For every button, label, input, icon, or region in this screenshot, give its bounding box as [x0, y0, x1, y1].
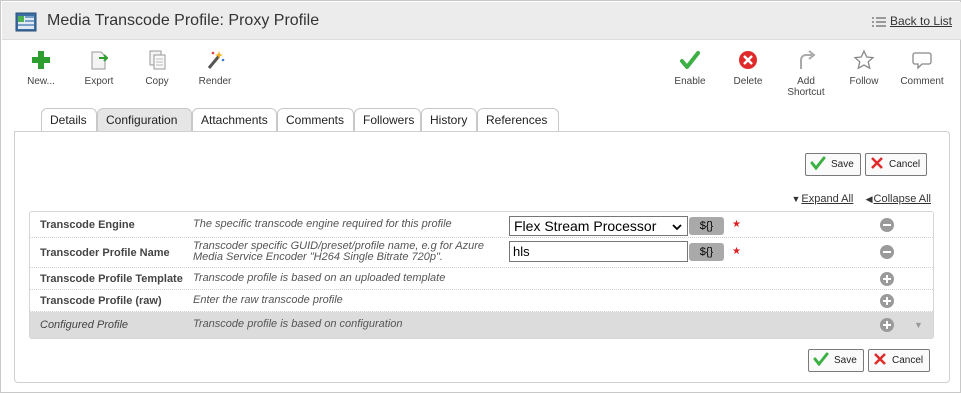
chevron-down-icon	[671, 220, 683, 236]
field-name: Transcoder Profile Name	[40, 247, 170, 259]
save-check-icon	[813, 352, 829, 369]
new-label: New...	[27, 76, 55, 87]
copy-label: Copy	[145, 76, 169, 87]
field-name: Transcode Engine	[40, 219, 135, 231]
export-button[interactable]: Export	[81, 49, 117, 87]
shortcut-arrow-icon	[783, 49, 829, 73]
fields-grid: Transcode Engine The specific transcode …	[29, 211, 934, 339]
field-row-transcode-profile-template: Transcode Profile Template Transcode pro…	[30, 268, 933, 290]
add-shortcut-label-2: Shortcut	[787, 87, 825, 98]
tab-history[interactable]: History	[421, 108, 477, 132]
expand-collapse-links: ▼Expand All ◀Collapse All	[791, 193, 931, 205]
follow-label: Follow	[849, 76, 879, 87]
media-profile-icon	[15, 12, 37, 32]
cancel-x-icon	[873, 352, 887, 369]
expand-field-button[interactable]	[880, 294, 894, 308]
list-icon	[871, 16, 886, 31]
field-description: Transcode profile is based on configurat…	[193, 318, 403, 330]
field-name: Transcode Profile (raw)	[40, 295, 162, 307]
required-star-icon: ★	[732, 219, 741, 230]
speech-bubble-icon	[898, 49, 946, 73]
comment-button[interactable]: Comment	[898, 49, 946, 87]
magic-wand-icon	[195, 49, 235, 73]
required-star-icon: ★	[732, 246, 741, 257]
tab-comments[interactable]: Comments	[277, 108, 354, 132]
export-label: Export	[84, 76, 114, 87]
field-description: The specific transcode engine required f…	[193, 218, 452, 230]
transcode-engine-select[interactable]: Flex Stream Processor	[509, 216, 688, 236]
variable-button[interactable]: ${}	[689, 217, 724, 235]
star-icon	[846, 49, 882, 73]
field-row-transcode-profile-raw: Transcode Profile (raw) Enter the raw tr…	[30, 290, 933, 312]
cancel-button-bottom[interactable]: Cancel	[868, 349, 931, 372]
collapse-triangle-icon: ◀	[865, 194, 873, 204]
tab-configuration[interactable]: Configuration	[97, 108, 192, 132]
variable-button[interactable]: ${}	[689, 243, 724, 261]
field-description: Transcoder specific GUID/preset/profile …	[193, 240, 485, 263]
field-description: Transcode profile is based on an uploade…	[193, 272, 446, 284]
tab-attachments[interactable]: Attachments	[192, 108, 277, 132]
save-button-top[interactable]: Save	[805, 153, 861, 176]
render-button[interactable]: Render	[195, 49, 235, 87]
window-frame: Media Transcode Profile: Proxy Profile B…	[0, 0, 961, 393]
checkmark-icon	[672, 49, 708, 73]
new-button[interactable]: New...	[23, 49, 59, 87]
field-row-transcode-engine: Transcode Engine The specific transcode …	[30, 212, 933, 238]
transcoder-profile-name-input[interactable]	[509, 241, 688, 262]
back-to-list-link[interactable]: Back to List	[871, 14, 952, 31]
enable-button[interactable]: Enable	[672, 49, 708, 87]
field-name: Configured Profile	[40, 319, 129, 331]
cancel-button-top[interactable]: Cancel	[865, 153, 928, 176]
copy-icon	[139, 49, 175, 73]
collapse-all-link[interactable]: Collapse All	[874, 193, 931, 205]
expand-triangle-icon: ▼	[791, 194, 801, 204]
page-title: Media Transcode Profile: Proxy Profile	[47, 12, 320, 29]
render-label: Render	[198, 76, 232, 87]
plus-icon	[23, 49, 59, 73]
title-bar: Media Transcode Profile: Proxy Profile B…	[2, 2, 961, 40]
field-row-configured-profile: Configured Profile Transcode profile is …	[30, 312, 933, 338]
scroll-down-arrow-icon[interactable]: ▼	[914, 320, 923, 330]
field-description: Enter the raw transcode profile	[193, 294, 343, 306]
save-button-bottom[interactable]: Save	[808, 349, 864, 372]
comment-label: Comment	[900, 76, 944, 87]
collapse-field-button[interactable]	[880, 245, 894, 259]
save-check-icon	[810, 156, 826, 173]
delete-button[interactable]: Delete	[730, 49, 766, 87]
collapse-field-button[interactable]	[880, 218, 894, 232]
tab-references[interactable]: References	[477, 108, 559, 132]
add-shortcut-label-1: Add	[797, 76, 815, 87]
expand-all-link[interactable]: Expand All	[801, 193, 853, 205]
save-label-bottom: Save	[834, 355, 857, 366]
cancel-label-bottom: Cancel	[892, 355, 924, 366]
delete-label: Delete	[733, 76, 763, 87]
field-name: Transcode Profile Template	[40, 273, 183, 285]
back-to-list-label: Back to List	[889, 14, 952, 28]
configuration-panel: Save Cancel ▼Expand All ◀Collapse All Tr…	[14, 131, 950, 383]
enable-label: Enable	[674, 76, 706, 87]
add-shortcut-button[interactable]: Add Shortcut	[783, 49, 829, 98]
cancel-label-top: Cancel	[889, 159, 921, 170]
select-value: Flex Stream Processor	[514, 218, 657, 234]
copy-button[interactable]: Copy	[139, 49, 175, 87]
expand-field-button[interactable]	[880, 272, 894, 286]
cancel-x-icon	[870, 156, 884, 173]
save-label-top: Save	[831, 159, 854, 170]
export-icon	[81, 49, 117, 73]
follow-button[interactable]: Follow	[846, 49, 882, 87]
expand-field-button[interactable]	[880, 318, 894, 332]
tab-details[interactable]: Details	[41, 108, 97, 132]
delete-icon	[730, 49, 766, 73]
tab-followers[interactable]: Followers	[354, 108, 421, 132]
field-row-transcoder-profile-name: Transcoder Profile Name Transcoder speci…	[30, 238, 933, 268]
